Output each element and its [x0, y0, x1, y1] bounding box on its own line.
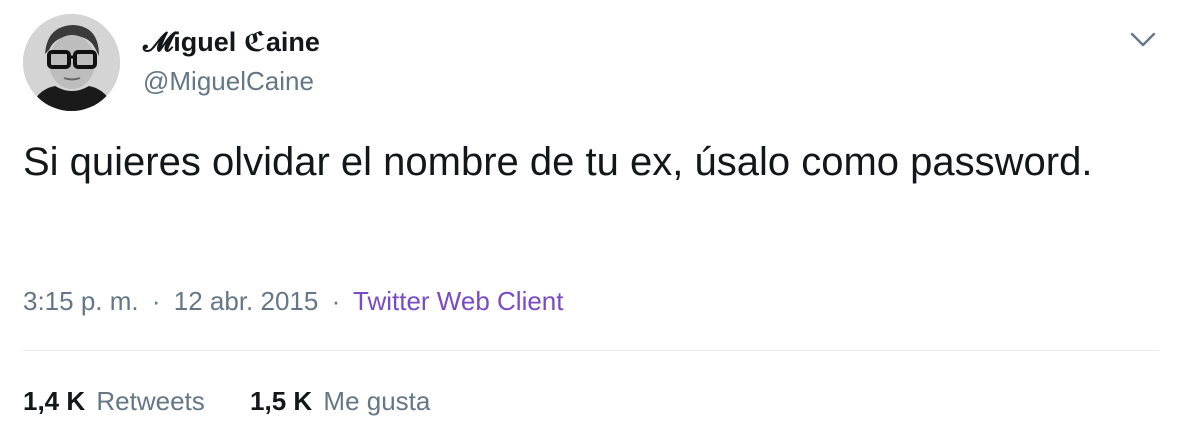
avatar-portrait-icon: [23, 14, 120, 111]
tweet-stats: 1,4 K Retweets 1,5 K Me gusta: [23, 383, 468, 419]
retweets-count: 1,4 K: [23, 386, 86, 416]
tweet-meta: 3:15 p. m. · 12 abr. 2015 · Twitter Web …: [23, 283, 564, 319]
retweets-stat[interactable]: 1,4 K Retweets: [23, 383, 205, 419]
tweet-date[interactable]: 12 abr. 2015: [174, 286, 319, 316]
likes-label: Me gusta: [323, 386, 431, 416]
tweet-text: Si quieres olvidar el nombre de tu ex, ú…: [23, 140, 1093, 184]
separator: ·: [331, 286, 341, 316]
separator: ·: [151, 286, 161, 316]
chevron-down-icon[interactable]: [1128, 28, 1158, 50]
likes-count: 1,5 K: [250, 386, 313, 416]
display-name[interactable]: 𝓜iguel ℭaine: [143, 25, 320, 59]
user-avatar[interactable]: [23, 14, 120, 111]
tweet-client-link[interactable]: Twitter Web Client: [353, 286, 563, 316]
retweets-label: Retweets: [96, 386, 205, 416]
divider: [23, 350, 1159, 351]
tweet-time[interactable]: 3:15 p. m.: [23, 286, 139, 316]
tweet-card: 𝓜iguel ℭaine @MiguelCaine Si quieres olv…: [0, 0, 1180, 440]
likes-stat[interactable]: 1,5 K Me gusta: [250, 383, 430, 419]
user-handle[interactable]: @MiguelCaine: [143, 64, 314, 98]
